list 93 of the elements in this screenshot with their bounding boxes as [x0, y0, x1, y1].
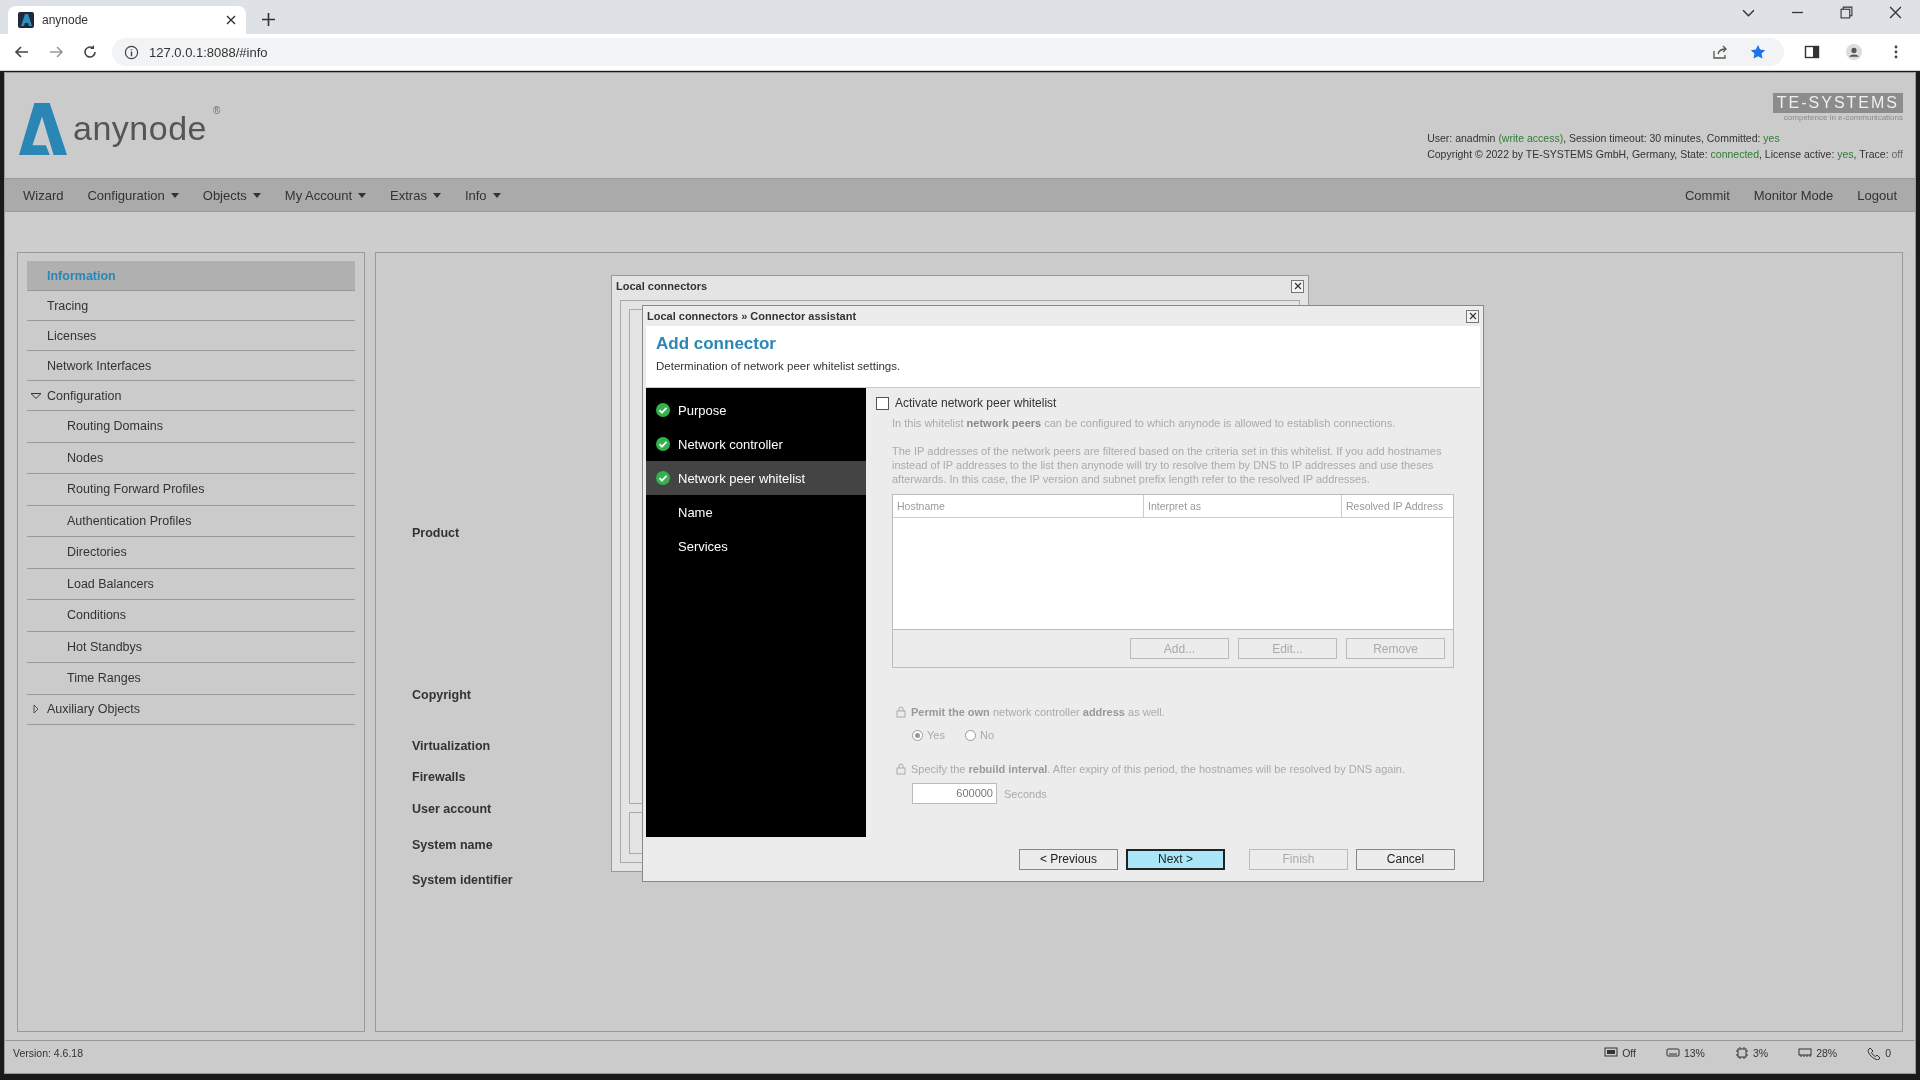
registered-mark: ®: [212, 105, 221, 116]
menu-item[interactable]: Monitor Mode: [1741, 187, 1846, 203]
unit-label: Seconds: [1004, 787, 1047, 800]
option-label: Specify the rebuild interval. After expiry of this period, the hostnames will be resolved by DNS again.: [911, 763, 1406, 775]
window-title: Local connectors » Connector assistant: [647, 310, 857, 322]
checkbox[interactable]: [876, 396, 889, 410]
wizard-button[interactable]: < Previous: [1019, 848, 1118, 870]
sidebar-item[interactable]: Load Balancers: [27, 568, 355, 600]
info-icon[interactable]: [124, 44, 139, 60]
logo-icon: [18, 12, 34, 28]
field-label: System identifier: [412, 873, 513, 889]
field-label: Virtualization: [412, 739, 491, 755]
sidebar-item[interactable]: Hot Standbys: [27, 631, 355, 663]
expand-icon[interactable]: [31, 705, 41, 713]
wizard-button[interactable]: Next >: [1126, 848, 1225, 870]
close-icon[interactable]: [1889, 5, 1902, 19]
sidebar-item[interactable]: Tracing: [27, 291, 355, 321]
caret-icon: [358, 192, 367, 198]
field-label: System name: [412, 838, 493, 854]
dialog-heading: Add connector: [656, 334, 777, 354]
browser-tab[interactable]: anynode: [8, 6, 246, 34]
wizard-step[interactable]: Name: [646, 495, 866, 529]
caret-icon: [432, 192, 441, 198]
url-text: 127.0.0.1:8088/#info: [149, 44, 268, 60]
menu-item[interactable]: My Account: [272, 187, 379, 203]
sidebar-item[interactable]: Authentication Profiles: [27, 505, 355, 537]
reload-icon[interactable]: [82, 44, 98, 60]
share-icon[interactable]: [1712, 44, 1728, 60]
side-panel-icon[interactable]: [1804, 44, 1820, 60]
field-label: Product: [412, 526, 460, 542]
field-label: Firewalls: [412, 770, 466, 786]
interval-field[interactable]: 600000: [912, 783, 997, 804]
sidebar-item[interactable]: Directories: [27, 537, 355, 569]
menu-item[interactable]: Info: [452, 187, 513, 203]
collapse-icon[interactable]: [31, 391, 41, 400]
menu-item[interactable]: Logout: [1845, 187, 1909, 203]
indicator-value: 0: [1885, 1047, 1891, 1059]
sidebar-item[interactable]: Configuration: [27, 381, 355, 411]
indicator-value: 28%: [1816, 1047, 1838, 1059]
caret-icon: [252, 192, 261, 198]
option-label: Permit the own network controller address as well.: [911, 706, 1165, 718]
new-tab-icon[interactable]: [262, 13, 275, 26]
memory-icon: [1798, 1046, 1813, 1060]
wizard-button[interactable]: Cancel: [1356, 848, 1455, 870]
chip-icon: [1734, 1046, 1749, 1060]
menu-item[interactable]: Configuration: [75, 187, 191, 203]
sidebar-item[interactable]: Licenses: [27, 321, 355, 351]
monitor-icon: [1604, 1046, 1619, 1060]
vendor-logo: TE-SYSTEMS: [1772, 93, 1903, 113]
sidebar-item[interactable]: Routing Domains: [27, 411, 355, 443]
sidebar-item[interactable]: Network Interfaces: [27, 351, 355, 381]
indicator-value: 3%: [1752, 1047, 1769, 1059]
tab-title: anynode: [42, 13, 90, 27]
star-icon[interactable]: [1750, 44, 1766, 60]
wizard-step[interactable]: Network peer whitelist: [646, 461, 866, 495]
brand-name: anynode: [73, 109, 207, 148]
window-title: Local connectors: [616, 280, 708, 292]
field-label: User account: [412, 802, 492, 818]
logo-icon: [19, 102, 67, 155]
wizard-step[interactable]: Services: [646, 529, 866, 563]
drive-icon: [1665, 1046, 1680, 1060]
caret-icon: [170, 192, 179, 198]
sidebar-item[interactable]: Conditions: [27, 600, 355, 632]
close-icon[interactable]: [1291, 279, 1304, 293]
indicator-value: 13%: [1683, 1047, 1705, 1059]
version-text: Version: 4.6.18: [13, 1047, 84, 1059]
sidebar-item[interactable]: Routing Forward Profiles: [27, 474, 355, 506]
restore-icon[interactable]: [1840, 5, 1853, 19]
sidebar-item[interactable]: Auxiliary Objects: [27, 694, 355, 725]
menu-item[interactable]: Objects: [190, 187, 273, 203]
menu-item[interactable]: Commit: [1672, 187, 1742, 203]
field-label: Copyright: [412, 688, 472, 704]
session-info-text: Copyright © 2022 by TE-SYSTEMS GmbH, Germany, State: connected, License active: yes, Trace: off: [1427, 147, 1903, 162]
address-bar[interactable]: 127.0.0.1:8088/#info: [112, 38, 1784, 66]
wizard-step[interactable]: Network controller: [646, 427, 866, 461]
help-text: The IP addresses of the network peers are filtered based on the criteria set in this whitelist. If you add hostnames instead of IP addresses to the list then anynode will try to resolve them by DNS to IP addresses and use theses afterwards. In this case, the IP version and subnet prefix length refer to the resolved IP addresses.: [892, 444, 1443, 486]
menu-item[interactable]: Wizard: [11, 187, 76, 203]
session-info-text: User: anadmin (write access), Session timeout: 30 minutes, Committed: yes: [1427, 131, 1781, 146]
forward-icon[interactable]: [48, 44, 64, 60]
dialog-subtitle: Determination of network peer whitelist settings.: [656, 360, 902, 372]
close-tab-icon[interactable]: [226, 15, 236, 25]
back-icon[interactable]: [14, 44, 30, 60]
menu-item[interactable]: Extras: [378, 187, 453, 203]
help-text: In this whitelist network peers can be configured to which anynode is allowed to establish connections.: [892, 416, 1397, 430]
close-icon[interactable]: [1466, 309, 1479, 323]
phone-icon: [1867, 1046, 1882, 1060]
wizard-step[interactable]: Purpose: [646, 393, 866, 427]
sidebar-item[interactable]: Nodes: [27, 442, 355, 474]
checkbox-label[interactable]: Activate network peer whitelist: [895, 396, 1057, 410]
sidebar-item[interactable]: Time Ranges: [27, 663, 355, 695]
indicator-value: Off: [1622, 1047, 1636, 1059]
profile-icon[interactable]: [1846, 44, 1862, 60]
caret-icon: [492, 192, 501, 198]
